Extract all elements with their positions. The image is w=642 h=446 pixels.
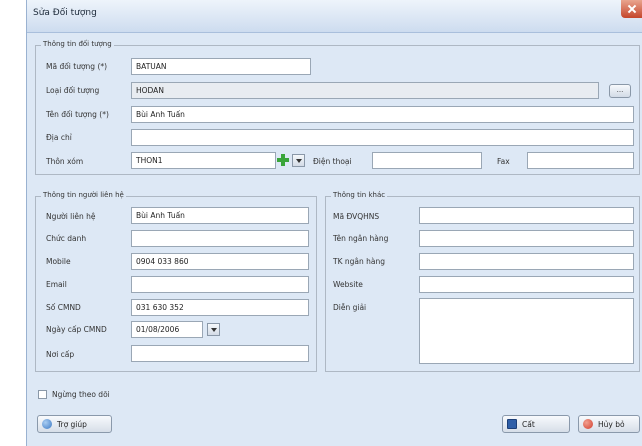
id-number-label: Số CMND xyxy=(46,303,81,312)
fax-field[interactable] xyxy=(527,152,634,169)
contact-person-field[interactable]: Bùi Anh Tuấn xyxy=(131,207,309,224)
cancel-button-label: Hủy bỏ xyxy=(598,420,625,429)
hamlet-dropdown-button[interactable] xyxy=(292,154,305,167)
hamlet-label: Thôn xóm xyxy=(46,157,84,166)
fax-label: Fax xyxy=(497,157,510,166)
stop-tracking-label: Ngừng theo dõi xyxy=(52,390,110,399)
close-icon[interactable] xyxy=(621,0,642,18)
id-number-field[interactable]: 031 630 352 xyxy=(131,299,309,316)
issue-place-field[interactable] xyxy=(131,345,309,362)
issue-date-dropdown-button[interactable] xyxy=(207,323,220,336)
object-type-label: Loại đối tượng xyxy=(46,86,100,95)
unit-code-label: Mã ĐVQHNS xyxy=(333,212,380,221)
email-label: Email xyxy=(46,280,67,289)
object-type-browse-button[interactable]: ... xyxy=(609,84,631,98)
object-name-field[interactable]: Bùi Anh Tuấn xyxy=(131,106,634,123)
phone-field[interactable] xyxy=(372,152,482,169)
unit-code-field[interactable] xyxy=(419,207,634,224)
hamlet-field[interactable]: THON1 xyxy=(131,152,276,169)
object-info-group-label: Thông tin đối tượng xyxy=(41,40,114,48)
bank-account-label: TK ngân hàng xyxy=(333,257,385,266)
job-title-label: Chức danh xyxy=(46,234,87,243)
cancel-button[interactable]: Hủy bỏ xyxy=(578,415,640,433)
object-type-field[interactable]: HODAN xyxy=(131,82,599,99)
bank-name-label: Tên ngân hàng xyxy=(333,234,389,243)
issue-date-label: Ngày cấp CMND xyxy=(46,325,107,334)
mobile-label: Mobile xyxy=(46,257,71,266)
window-title: Sửa Đối tượng xyxy=(33,8,97,18)
bank-name-field[interactable] xyxy=(419,230,634,247)
address-field[interactable] xyxy=(131,129,634,146)
mobile-field[interactable]: 0904 033 860 xyxy=(131,253,309,270)
contact-info-group-label: Thông tin người liên hệ xyxy=(41,191,126,199)
object-code-label: Mã đối tượng (*) xyxy=(46,62,108,71)
help-icon xyxy=(42,419,52,429)
save-icon xyxy=(507,419,517,429)
add-icon[interactable] xyxy=(277,154,289,166)
issue-place-label: Nơi cấp xyxy=(46,350,75,359)
email-field[interactable] xyxy=(131,276,309,293)
object-code-field[interactable]: BATUAN xyxy=(131,58,311,75)
stop-tracking-checkbox[interactable] xyxy=(38,390,47,399)
note-textarea[interactable] xyxy=(419,298,634,364)
phone-label: Điện thoại xyxy=(313,157,352,166)
issue-date-field[interactable]: 01/08/2006 xyxy=(131,321,203,338)
address-label: Địa chỉ xyxy=(46,133,72,142)
save-button[interactable]: Cất xyxy=(502,415,570,433)
help-button-label: Trợ giúp xyxy=(57,420,87,429)
save-button-label: Cất xyxy=(522,420,535,429)
other-info-group-label: Thông tin khác xyxy=(331,191,388,199)
website-field[interactable] xyxy=(419,276,634,293)
note-label: Diễn giải xyxy=(333,303,367,312)
title-bar: Sửa Đối tượng xyxy=(27,0,642,33)
job-title-field[interactable] xyxy=(131,230,309,247)
edit-object-dialog: Sửa Đối tượng Thông tin đối tượng Mã đối… xyxy=(26,0,642,446)
cancel-icon xyxy=(583,419,593,429)
website-label: Website xyxy=(333,280,363,289)
bank-account-field[interactable] xyxy=(419,253,634,270)
contact-person-label: Người liên hệ xyxy=(46,212,96,221)
object-name-label: Tên đối tượng (*) xyxy=(46,110,109,119)
help-button[interactable]: Trợ giúp xyxy=(37,415,112,433)
